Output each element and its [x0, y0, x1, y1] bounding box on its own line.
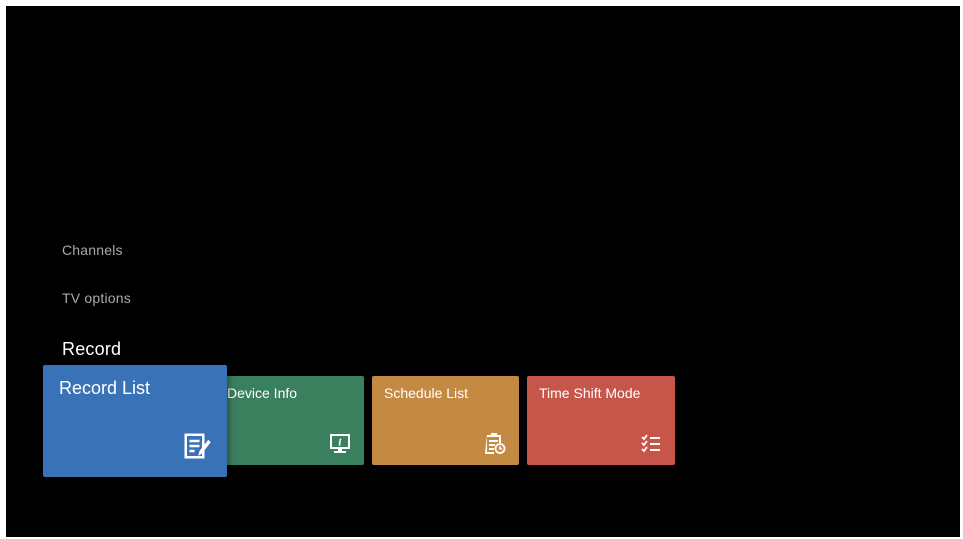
record-list-label: Record List: [59, 378, 151, 398]
time-shift-icon: [639, 431, 663, 455]
device-info-icon: i: [328, 431, 352, 455]
menu-item-tv-options[interactable]: TV options: [62, 290, 131, 306]
schedule-list-label: Schedule List: [384, 385, 469, 401]
device-info-tile[interactable]: Device Info i: [224, 376, 364, 465]
menu-item-record[interactable]: Record: [62, 339, 121, 360]
schedule-list-icon: [483, 431, 507, 455]
tv-screen: Channels TV options Record Device Info i…: [6, 6, 960, 537]
schedule-list-tile[interactable]: Schedule List: [372, 376, 519, 465]
device-info-label: Device Info: [227, 385, 298, 401]
svg-text:i: i: [338, 439, 342, 449]
time-shift-mode-tile[interactable]: Time Shift Mode: [527, 376, 675, 465]
time-shift-mode-label: Time Shift Mode: [539, 385, 641, 401]
menu-item-channels[interactable]: Channels: [62, 242, 123, 258]
record-list-tile[interactable]: Record List: [43, 365, 227, 477]
record-list-icon: [182, 431, 212, 461]
